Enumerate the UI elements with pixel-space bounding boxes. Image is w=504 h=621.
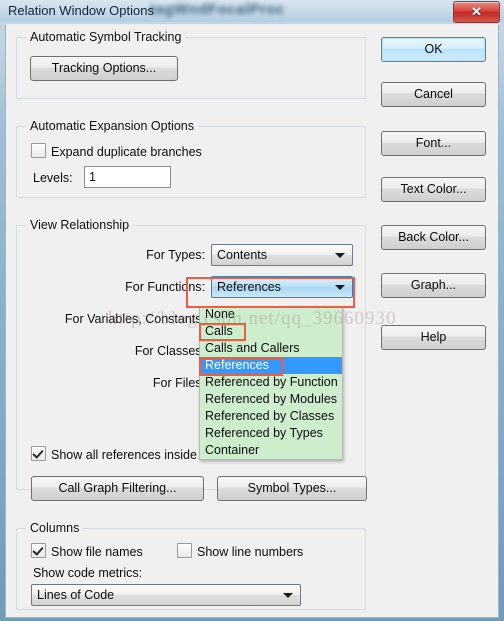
dropdown-item-label: Container (205, 443, 260, 457)
group-title-columns: Columns (26, 521, 84, 535)
call-graph-filtering-button[interactable]: Call Graph Filtering... (31, 476, 204, 501)
help-button-label: Help (420, 330, 447, 344)
symbol-types-button-label: Symbol Types... (247, 481, 337, 495)
graph-button-label: Graph... (410, 278, 457, 292)
group-title-view-relationship: View Relationship (26, 218, 134, 232)
checkbox-box-show-all-references (31, 446, 46, 461)
for-functions-label: For Functions: (125, 280, 205, 294)
group-title-automatic-symbol-tracking: Automatic Symbol Tracking (26, 30, 186, 44)
call-graph-filtering-button-label: Call Graph Filtering... (58, 481, 177, 495)
dropdown-item-label: References (205, 358, 269, 372)
code-metrics-combobox[interactable]: Lines of Code (31, 584, 301, 606)
close-glyph: ✕ (471, 4, 482, 19)
group-automatic-symbol-tracking: Automatic Symbol Tracking Tracking Optio… (16, 30, 366, 99)
dropdown-item[interactable]: Referenced by Modules (200, 391, 342, 408)
show-code-metrics-label: Show code metrics: (33, 566, 143, 580)
checkbox-box-expand-duplicate (31, 143, 46, 158)
ok-button[interactable]: OK (381, 37, 486, 62)
graph-button[interactable]: Graph... (381, 273, 486, 298)
for-functions-value: References (217, 280, 281, 294)
dropdown-item-label: None (205, 307, 235, 321)
ok-button-label: OK (424, 42, 443, 56)
chevron-down-icon (335, 285, 345, 290)
cancel-button[interactable]: Cancel (381, 82, 486, 107)
for-files-label: For Files: (152, 376, 205, 390)
relation-window-options-dialog: Relation Window Options ✕ Automatic Symb… (0, 0, 504, 621)
for-types-label: For Types: (146, 248, 205, 262)
show-all-references-checkbox[interactable]: Show all references inside e (31, 446, 207, 462)
show-file-names-label: Show file names (51, 545, 143, 559)
back-color-button[interactable]: Back Color... (381, 225, 486, 250)
for-types-combobox[interactable]: Contents (211, 244, 353, 266)
help-button[interactable]: Help (381, 325, 486, 350)
dialog-titlebar[interactable]: Relation Window Options ✕ (0, 0, 504, 24)
checkbox-box-show-file-names (31, 543, 46, 558)
expand-duplicate-branches-label: Expand duplicate branches (51, 145, 202, 159)
dropdown-item-label: Calls and Callers (205, 341, 300, 355)
for-functions-combobox[interactable]: References (211, 276, 353, 298)
show-file-names-checkbox[interactable]: Show file names (31, 543, 143, 559)
dropdown-item[interactable]: Calls (200, 323, 342, 340)
for-types-value: Contents (217, 248, 268, 262)
font-button[interactable]: Font... (381, 131, 486, 156)
code-metrics-value: Lines of Code (37, 588, 115, 602)
group-title-automatic-expansion-options: Automatic Expansion Options (26, 119, 198, 133)
tracking-options-button[interactable]: Tracking Options... (30, 56, 178, 81)
dropdown-item[interactable]: Referenced by Function (200, 374, 342, 391)
close-icon[interactable]: ✕ (453, 1, 500, 23)
expand-duplicate-branches-checkbox[interactable]: Expand duplicate branches (31, 143, 202, 159)
back-color-button-label: Back Color... (398, 230, 469, 244)
show-line-numbers-label: Show line numbers (197, 545, 304, 559)
group-columns: Columns Show file names Show line number… (16, 521, 366, 610)
dropdown-item-label: Referenced by Classes (205, 409, 335, 423)
show-all-references-label: Show all references inside e (51, 448, 208, 462)
text-color-button[interactable]: Text Color... (381, 177, 486, 202)
dropdown-item[interactable]: None (200, 306, 342, 323)
dropdown-item[interactable]: Referenced by Types (200, 425, 342, 442)
dropdown-item-label: Referenced by Types (205, 426, 323, 440)
dropdown-item[interactable]: References (200, 357, 342, 374)
for-variables-constants-label: For Variables, Constants: (64, 312, 205, 326)
for-functions-dropdown-list[interactable]: None Calls Calls and Callers References Refe… (199, 306, 343, 460)
checkbox-box-show-line-numbers (177, 543, 192, 558)
dialog-title: Relation Window Options (8, 3, 154, 18)
dropdown-item-label: Referenced by Modules (205, 392, 338, 406)
tracking-options-button-label: Tracking Options... (51, 61, 157, 75)
group-automatic-expansion-options: Automatic Expansion Options Expand dupli… (16, 119, 366, 198)
dropdown-item-label: Referenced by Function (205, 375, 338, 389)
levels-label: Levels: (33, 171, 73, 185)
dropdown-item[interactable]: Calls and Callers (200, 340, 342, 357)
font-button-label: Font... (415, 136, 452, 150)
dropdown-item-label: Calls (205, 324, 233, 338)
dropdown-item[interactable]: Referenced by Classes (200, 408, 342, 425)
dropdown-item[interactable]: Container (200, 442, 342, 459)
levels-input[interactable]: 1 (84, 166, 171, 188)
text-color-button-label: Text Color... (400, 182, 467, 196)
chevron-down-icon (283, 593, 293, 598)
show-line-numbers-checkbox[interactable]: Show line numbers (177, 543, 303, 559)
for-classes-label: For Classes: (134, 344, 205, 358)
levels-input-value: 1 (89, 170, 96, 184)
cancel-button-label: Cancel (414, 87, 453, 101)
symbol-types-button[interactable]: Symbol Types... (217, 476, 367, 501)
chevron-down-icon (335, 253, 345, 258)
